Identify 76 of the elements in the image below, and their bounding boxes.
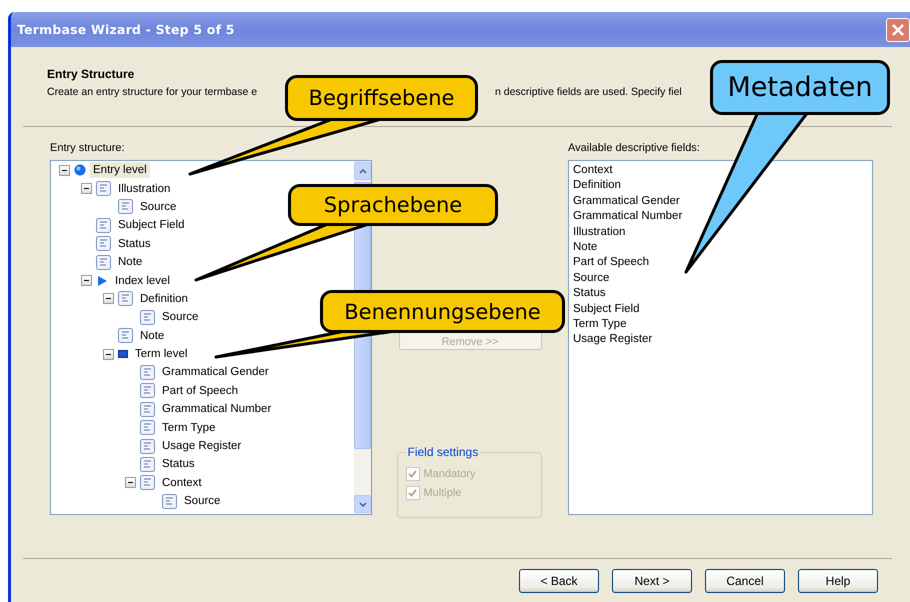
description-text: Create an entry structure for your termbase e xyxy=(47,86,258,98)
tree-item[interactable]: Subject Field xyxy=(115,217,188,234)
wizard-button[interactable]: < Back xyxy=(519,568,599,592)
list-item[interactable]: Context xyxy=(573,163,868,178)
field-icon xyxy=(118,291,133,306)
tree-item[interactable]: Part of Speech xyxy=(159,382,242,399)
tree-item[interactable]: Usage Register xyxy=(159,438,244,454)
caret-down-icon[interactable] xyxy=(358,502,366,506)
field-label: Entry structure: xyxy=(50,142,126,156)
tree-item[interactable]: Status xyxy=(115,236,154,252)
field-icon xyxy=(96,181,111,196)
collapse-icon[interactable] xyxy=(59,164,70,176)
field-icon xyxy=(140,364,155,380)
checkbox-label: Mandatory xyxy=(424,468,476,480)
collapse-icon[interactable] xyxy=(103,293,114,304)
callout-bubble: Benennungsebene xyxy=(320,290,565,333)
list-item[interactable]: Grammatical Gender xyxy=(573,194,868,210)
list-item[interactable]: Illustration xyxy=(573,224,868,240)
field-icon xyxy=(140,456,155,472)
callout-bubble: Metadaten xyxy=(710,60,890,115)
list-item[interactable]: Definition xyxy=(573,178,868,194)
tree-item[interactable]: Entry level xyxy=(90,162,150,178)
tree-item[interactable]: Note xyxy=(137,328,168,344)
page-heading: Entry Structure xyxy=(47,67,136,81)
tree-item[interactable]: Illustration xyxy=(115,180,174,197)
field-icon xyxy=(96,254,111,270)
tree-item[interactable]: Status xyxy=(159,456,198,472)
list-item[interactable]: Source xyxy=(573,270,868,286)
list-item[interactable]: Usage Register xyxy=(573,332,868,348)
list-item[interactable]: Term Type xyxy=(573,317,868,332)
field-icon xyxy=(140,383,155,398)
wizard-button[interactable]: Help xyxy=(798,568,878,592)
field-icon xyxy=(162,494,177,509)
collapse-icon[interactable] xyxy=(103,348,114,360)
field-label: Available descriptive fields: xyxy=(568,142,701,156)
field-icon xyxy=(96,218,111,233)
tree-item[interactable]: Definition xyxy=(137,290,191,307)
tree-item[interactable]: Index level xyxy=(112,272,173,289)
tree-item[interactable]: Source xyxy=(137,198,180,215)
list-item[interactable]: Grammatical Number xyxy=(573,209,868,225)
tree-item[interactable]: Source xyxy=(159,309,202,326)
wizard-button[interactable]: Cancel xyxy=(705,568,785,592)
field-icon xyxy=(118,199,133,214)
list-item[interactable]: Status xyxy=(573,286,868,302)
field-icon xyxy=(140,310,155,325)
collapse-icon[interactable] xyxy=(81,275,92,286)
callout-bubble: Begriffsebene xyxy=(285,75,478,121)
circle-icon xyxy=(74,164,86,176)
close-icon xyxy=(891,22,905,36)
field-icon xyxy=(140,402,155,417)
group-title: Field settings xyxy=(406,445,480,459)
square-icon xyxy=(118,350,128,358)
list-item[interactable]: Part of Speech xyxy=(573,255,868,271)
tree-item[interactable]: Term level xyxy=(132,346,190,362)
checkbox-label: Multiple xyxy=(424,487,462,499)
tree-item[interactable]: Note xyxy=(115,254,146,270)
callout-bubble: Sprachebene xyxy=(288,184,498,226)
tree-item[interactable]: Source xyxy=(181,493,224,510)
list-item[interactable]: Note xyxy=(573,240,868,256)
tree-item[interactable]: Context xyxy=(159,474,205,491)
field-icon xyxy=(118,328,133,344)
triangle-icon xyxy=(96,274,108,287)
list-item[interactable]: Subject Field xyxy=(573,302,868,318)
collapse-icon[interactable] xyxy=(125,477,136,488)
tree-item[interactable]: Term Type xyxy=(159,420,218,436)
wizard-button[interactable]: Next > xyxy=(612,568,692,592)
window-title: Termbase Wizard - Step 5 of 5 xyxy=(17,22,235,37)
tree-item[interactable]: Grammatical Number xyxy=(159,401,274,418)
tree-item[interactable]: Grammatical Gender xyxy=(159,364,272,380)
close-button[interactable] xyxy=(886,18,910,42)
collapse-icon[interactable] xyxy=(81,183,92,194)
field-icon xyxy=(140,475,155,490)
field-icon xyxy=(140,420,155,436)
field-icon xyxy=(140,438,155,454)
caret-up-icon[interactable] xyxy=(358,168,366,174)
field-icon xyxy=(96,236,111,252)
